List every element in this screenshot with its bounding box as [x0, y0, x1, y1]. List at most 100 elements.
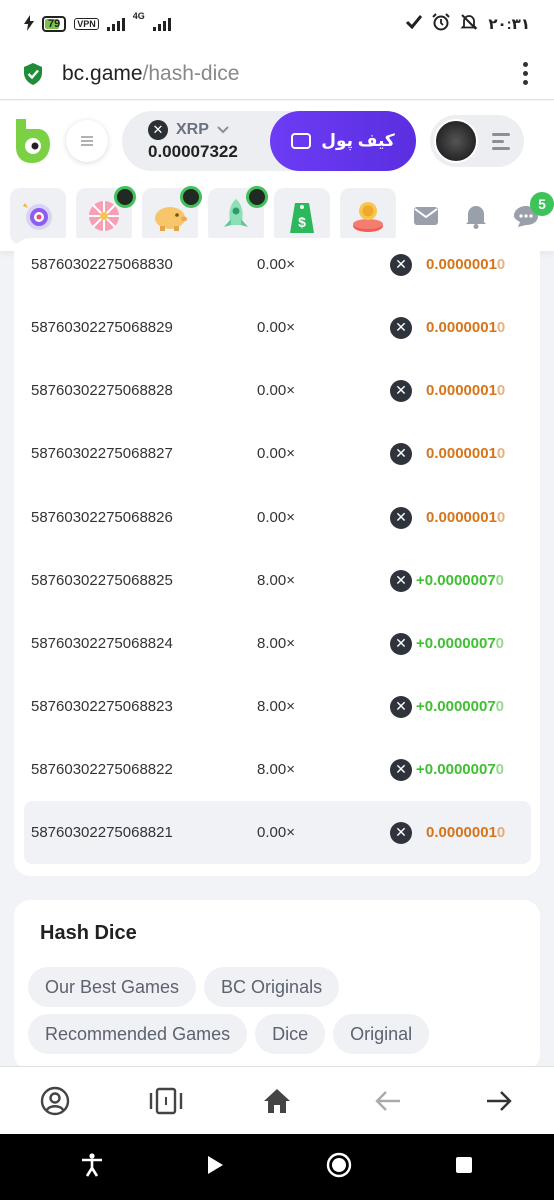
tabs-icon[interactable] — [146, 1081, 186, 1121]
url-text[interactable]: bc.game/hash-dice — [62, 62, 239, 86]
bet-amount: +0.00000070 — [416, 698, 505, 715]
target-icon — [23, 203, 52, 230]
tag-bc-originals[interactable]: BC Originals — [204, 967, 340, 1007]
home-circle-icon[interactable] — [326, 1152, 352, 1183]
network-type: 4G — [132, 10, 145, 21]
balance-amount: 0.00007322 — [148, 142, 238, 161]
xrp-coin-icon: ✕ — [148, 120, 168, 140]
back-arrow-icon[interactable] — [368, 1081, 408, 1121]
currency-label: XRP — [176, 121, 209, 138]
wallet-balance[interactable]: ✕ XRP 0.00007322 کیف پول — [122, 111, 416, 171]
tag-dice[interactable]: Dice — [255, 1014, 326, 1054]
status-dot — [246, 186, 268, 208]
address-bar[interactable]: bc.game/hash-dice — [0, 48, 554, 100]
status-dot — [114, 186, 136, 208]
bet-row[interactable]: 58760302275068830 0.00× ✕ 0.00000010 — [24, 233, 531, 296]
bet-multiplier: 0.00× — [257, 256, 295, 273]
game-title: Hash Dice — [40, 922, 137, 944]
bet-id: 58760302275068822 — [31, 761, 173, 778]
bet-row[interactable]: 58760302275068824 8.00× ✕ +0.00000070 — [24, 612, 531, 675]
recents-square-icon[interactable] — [455, 1156, 473, 1179]
bet-multiplier: 8.00× — [257, 572, 295, 589]
svg-text:$: $ — [298, 214, 306, 230]
clock-time: ۲۰:۳۱ — [488, 16, 530, 33]
alarm-icon — [432, 13, 451, 35]
coin-stack-icon — [353, 202, 383, 232]
signal-icon-2 — [152, 17, 171, 31]
check-icon — [406, 15, 423, 33]
forward-arrow-icon[interactable] — [479, 1081, 519, 1121]
mute-bell-icon — [460, 13, 479, 35]
menu-icon[interactable] — [66, 120, 108, 162]
bet-amount: 0.00000010 — [426, 382, 506, 399]
bet-id: 58760302275068826 — [31, 509, 173, 526]
home-icon[interactable] — [257, 1081, 297, 1121]
bet-amount: 0.00000010 — [426, 509, 506, 526]
wallet-icon — [291, 133, 312, 149]
account-icon[interactable] — [35, 1081, 75, 1121]
bet-amount: +0.00000070 — [416, 635, 505, 652]
app-header: ✕ XRP 0.00007322 کیف پول — [0, 101, 554, 181]
bet-amount: 0.00000010 — [426, 256, 506, 273]
charging-icon — [24, 14, 34, 34]
xrp-coin-icon: ✕ — [390, 758, 412, 781]
chat-badge: 5 — [530, 192, 554, 216]
bet-amount: 0.00000010 — [426, 319, 506, 336]
status-dot — [180, 186, 202, 208]
status-bar: 79 VPN 4G ۲۰:۳۱ — [0, 0, 554, 48]
bet-multiplier: 8.00× — [257, 761, 295, 778]
bc-logo[interactable] — [12, 117, 52, 165]
bet-multiplier: 0.00× — [257, 445, 295, 462]
bet-id: 58760302275068829 — [31, 319, 173, 336]
xrp-coin-icon: ✕ — [390, 632, 412, 655]
bet-id: 58760302275068821 — [31, 824, 173, 841]
bet-row[interactable]: 58760302275068828 0.00× ✕ 0.00000010 — [24, 359, 531, 422]
wallet-button-label: کیف پول — [321, 131, 395, 150]
bet-row[interactable]: 58760302275068829 0.00× ✕ 0.00000010 — [24, 296, 531, 359]
bet-row[interactable]: 58760302275068825 8.00× ✕ +0.00000070 — [24, 549, 531, 612]
bet-row[interactable]: 58760302275068823 8.00× ✕ +0.00000070 — [24, 675, 531, 738]
bet-amount: +0.00000070 — [416, 572, 505, 589]
game-tags: Our Best Games BC Originals Recommended … — [28, 967, 488, 1054]
browser-bottom-nav — [0, 1066, 554, 1134]
bet-multiplier: 8.00× — [257, 698, 295, 715]
bet-id: 58760302275068824 — [31, 635, 173, 652]
bet-row[interactable]: 58760302275068826 0.00× ✕ 0.00000010 — [24, 486, 531, 549]
play-icon[interactable] — [206, 1155, 224, 1180]
profile-button[interactable] — [430, 115, 524, 167]
bet-row[interactable]: 58760302275068822 8.00× ✕ +0.00000070 — [24, 738, 531, 801]
bet-multiplier: 0.00× — [257, 509, 295, 526]
system-navigation-bar — [0, 1134, 554, 1200]
bet-multiplier: 0.00× — [257, 319, 295, 336]
bet-id: 58760302275068827 — [31, 445, 173, 462]
tag-original[interactable]: Original — [333, 1014, 430, 1054]
bet-id: 58760302275068825 — [31, 572, 173, 589]
xrp-coin-icon: ✕ — [390, 253, 412, 276]
bet-id: 58760302275068830 — [31, 256, 173, 273]
secure-shield-icon — [24, 62, 42, 85]
bet-row[interactable]: 58760302275068827 0.00× ✕ 0.00000010 — [24, 422, 531, 485]
accessibility-icon[interactable] — [81, 1152, 103, 1182]
chevron-down-icon[interactable] — [217, 121, 229, 139]
bet-amount: +0.00000070 — [416, 761, 505, 778]
more-options-icon[interactable] — [519, 58, 532, 89]
xrp-coin-icon: ✕ — [390, 379, 412, 402]
bet-row[interactable]: 58760302275068821 0.00× ✕ 0.00000010 — [24, 801, 531, 864]
battery-icon: 79 — [42, 16, 67, 32]
bet-id: 58760302275068828 — [31, 382, 173, 399]
xrp-coin-icon: ✕ — [390, 506, 412, 529]
tag-recommended-games[interactable]: Recommended Games — [28, 1014, 248, 1054]
xrp-coin-icon: ✕ — [390, 695, 412, 718]
signal-icon — [106, 17, 125, 31]
bet-multiplier: 8.00× — [257, 635, 295, 652]
xrp-coin-icon: ✕ — [390, 442, 412, 465]
bet-amount: 0.00000010 — [426, 824, 506, 841]
bet-history-card: 58760302275068830 0.00× ✕ 0.00000010 5876030… — [14, 238, 540, 876]
dollar-tag-icon: $ — [290, 203, 314, 233]
tag-our-best-games[interactable]: Our Best Games — [28, 967, 197, 1007]
bet-multiplier: 0.00× — [257, 824, 295, 841]
wallet-button[interactable]: کیف پول — [270, 111, 416, 171]
game-info-card: Hash Dice Our Best Games BC Originals Re… — [14, 900, 540, 1070]
xrp-coin-icon: ✕ — [390, 821, 412, 844]
bet-amount: 0.00000010 — [426, 445, 506, 462]
